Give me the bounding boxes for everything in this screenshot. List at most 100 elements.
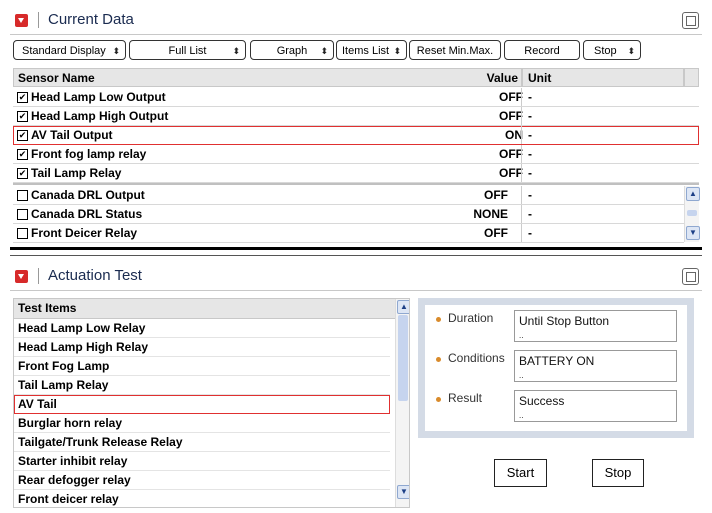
- list-item[interactable]: Tail Lamp Relay: [14, 376, 390, 395]
- table-row[interactable]: Canada DRL Status NONE -: [13, 205, 684, 224]
- spinner-icon: ⬍: [112, 46, 120, 56]
- column-header-unit[interactable]: Unit: [522, 68, 684, 87]
- sensor-unit: -: [528, 90, 532, 104]
- maximize-window-icon[interactable]: [682, 12, 699, 29]
- column-divider: [521, 107, 522, 125]
- record-button[interactable]: Record: [504, 40, 580, 60]
- column-label: Value: [486, 71, 518, 85]
- scroll-down-icon[interactable]: ▼: [686, 226, 700, 240]
- list-item[interactable]: Head Lamp Low Relay: [14, 319, 390, 338]
- checkbox[interactable]: [17, 209, 28, 220]
- column-divider: [521, 205, 522, 223]
- scroll-up-icon[interactable]: ▲: [686, 187, 700, 201]
- graph-dropdown[interactable]: Graph ⬍: [250, 40, 334, 60]
- test-item-label: Head Lamp Low Relay: [18, 321, 146, 335]
- collapse-arrow-icon[interactable]: [15, 270, 28, 283]
- toolbar-label: Record: [524, 45, 560, 57]
- list-item[interactable]: AV Tail: [14, 395, 390, 414]
- checkbox[interactable]: [17, 228, 28, 239]
- checkbox[interactable]: [17, 190, 28, 201]
- test-items-header: Test Items: [14, 299, 395, 319]
- current-data-panel: Current Data Standard Display ⬍ Full Lis…: [10, 6, 702, 243]
- collapse-arrow-icon[interactable]: [15, 14, 28, 27]
- panel-divider: [10, 247, 702, 250]
- sensor-value: OFF: [484, 188, 508, 202]
- test-item-label: AV Tail: [18, 397, 57, 411]
- column-divider: [521, 224, 522, 242]
- duration-field: Until Stop Button ..: [514, 310, 677, 342]
- table-row[interactable]: ✔ Front fog lamp relay OFF -: [13, 145, 699, 164]
- panel-divider-thin: [10, 255, 702, 256]
- test-items-scrollbar[interactable]: ▲ ▼: [395, 299, 409, 507]
- current-data-header: Current Data: [10, 6, 702, 35]
- checkbox-checked[interactable]: ✔: [17, 130, 28, 141]
- sensor-name: Canada DRL Output: [31, 188, 145, 202]
- stop-button[interactable]: Stop: [592, 459, 644, 487]
- sensor-unit: -: [528, 207, 532, 221]
- checkbox-checked[interactable]: ✔: [17, 92, 28, 103]
- actuation-test-header: Actuation Test: [10, 262, 702, 291]
- scroll-thumb[interactable]: [398, 315, 408, 401]
- stop-dropdown[interactable]: Stop ⬍: [583, 40, 641, 60]
- reset-min-max-button[interactable]: Reset Min.Max.: [409, 40, 501, 60]
- panel-title: Actuation Test: [48, 267, 142, 284]
- column-label: Sensor Name: [18, 71, 95, 85]
- test-info-inner: Duration Until Stop Button .. Conditions…: [425, 305, 687, 431]
- test-items-list: Test Items Head Lamp Low Relay Head Lamp …: [13, 298, 410, 508]
- list-item[interactable]: Rear defogger relay: [14, 471, 390, 490]
- checkbox-checked[interactable]: ✔: [17, 168, 28, 179]
- list-item[interactable]: Front deicer relay: [14, 490, 390, 507]
- table-row[interactable]: ✔ AV Tail Output ON -: [13, 126, 699, 145]
- table-row[interactable]: ✔ Head Lamp High Output OFF -: [13, 107, 699, 126]
- sensor-table: Sensor Name Value Unit ✔ Head Lamp Low Ou…: [13, 68, 700, 243]
- table-row[interactable]: ✔ Tail Lamp Relay OFF -: [13, 164, 699, 183]
- info-row-result: Result Success ..: [425, 390, 687, 426]
- full-list-dropdown[interactable]: Full List ⬍: [129, 40, 246, 60]
- result-field: Success ..: [514, 390, 677, 422]
- sensor-scrollbar[interactable]: ▲ ▼: [684, 186, 700, 242]
- actuation-test-panel: Actuation Test Test Items Head Lamp Low …: [10, 262, 702, 513]
- sensor-unit: -: [528, 147, 532, 161]
- spinner-icon: ⬍: [232, 46, 240, 56]
- header-divider: [38, 12, 39, 28]
- sensor-name: Canada DRL Status: [31, 207, 143, 221]
- scroll-up-icon[interactable]: ▲: [397, 300, 409, 314]
- scroll-thumb[interactable]: [687, 210, 697, 216]
- list-item[interactable]: Head Lamp High Relay: [14, 338, 390, 357]
- list-item[interactable]: Tailgate/Trunk Release Relay: [14, 433, 390, 452]
- list-item[interactable]: Burglar horn relay: [14, 414, 390, 433]
- info-label: Duration: [448, 311, 494, 325]
- table-row[interactable]: Front Deicer Relay OFF -: [13, 224, 684, 243]
- checkbox-checked[interactable]: ✔: [17, 111, 28, 122]
- conditions-field: BATTERY ON ..: [514, 350, 677, 382]
- test-item-label: Starter inhibit relay: [18, 454, 128, 468]
- test-info-box: Duration Until Stop Button .. Conditions…: [418, 298, 694, 438]
- info-label: Result: [448, 391, 483, 405]
- sensor-name: Head Lamp Low Output: [31, 90, 166, 104]
- list-item[interactable]: Front Fog Lamp: [14, 357, 390, 376]
- column-divider: [521, 164, 522, 182]
- table-row[interactable]: Canada DRL Output OFF -: [13, 186, 684, 205]
- header-divider: [38, 268, 39, 284]
- toolbar-label: Standard Display: [22, 45, 106, 57]
- info-row-duration: Duration Until Stop Button ..: [425, 310, 687, 346]
- column-divider: [521, 145, 522, 163]
- sensor-unit: -: [528, 188, 532, 202]
- sensor-unit: -: [528, 166, 532, 180]
- test-item-label: Front Fog Lamp: [18, 359, 110, 373]
- standard-display-dropdown[interactable]: Standard Display ⬍: [13, 40, 126, 60]
- info-value: Success: [519, 394, 565, 408]
- sensor-value: OFF: [499, 109, 523, 123]
- list-item[interactable]: Starter inhibit relay: [14, 452, 390, 471]
- start-button[interactable]: Start: [494, 459, 547, 487]
- bullet-icon: [436, 397, 441, 402]
- scroll-down-icon[interactable]: ▼: [397, 485, 409, 499]
- column-divider: [521, 126, 522, 144]
- maximize-window-icon[interactable]: [682, 268, 699, 285]
- column-header-sensor[interactable]: Sensor Name Value: [13, 68, 522, 87]
- sensor-name: AV Tail Output: [31, 128, 113, 142]
- table-row[interactable]: ✔ Head Lamp Low Output OFF -: [13, 88, 699, 107]
- items-list-dropdown[interactable]: Items List ⬍: [336, 40, 407, 60]
- checkbox-checked[interactable]: ✔: [17, 149, 28, 160]
- toolbar-label: Full List: [168, 45, 207, 57]
